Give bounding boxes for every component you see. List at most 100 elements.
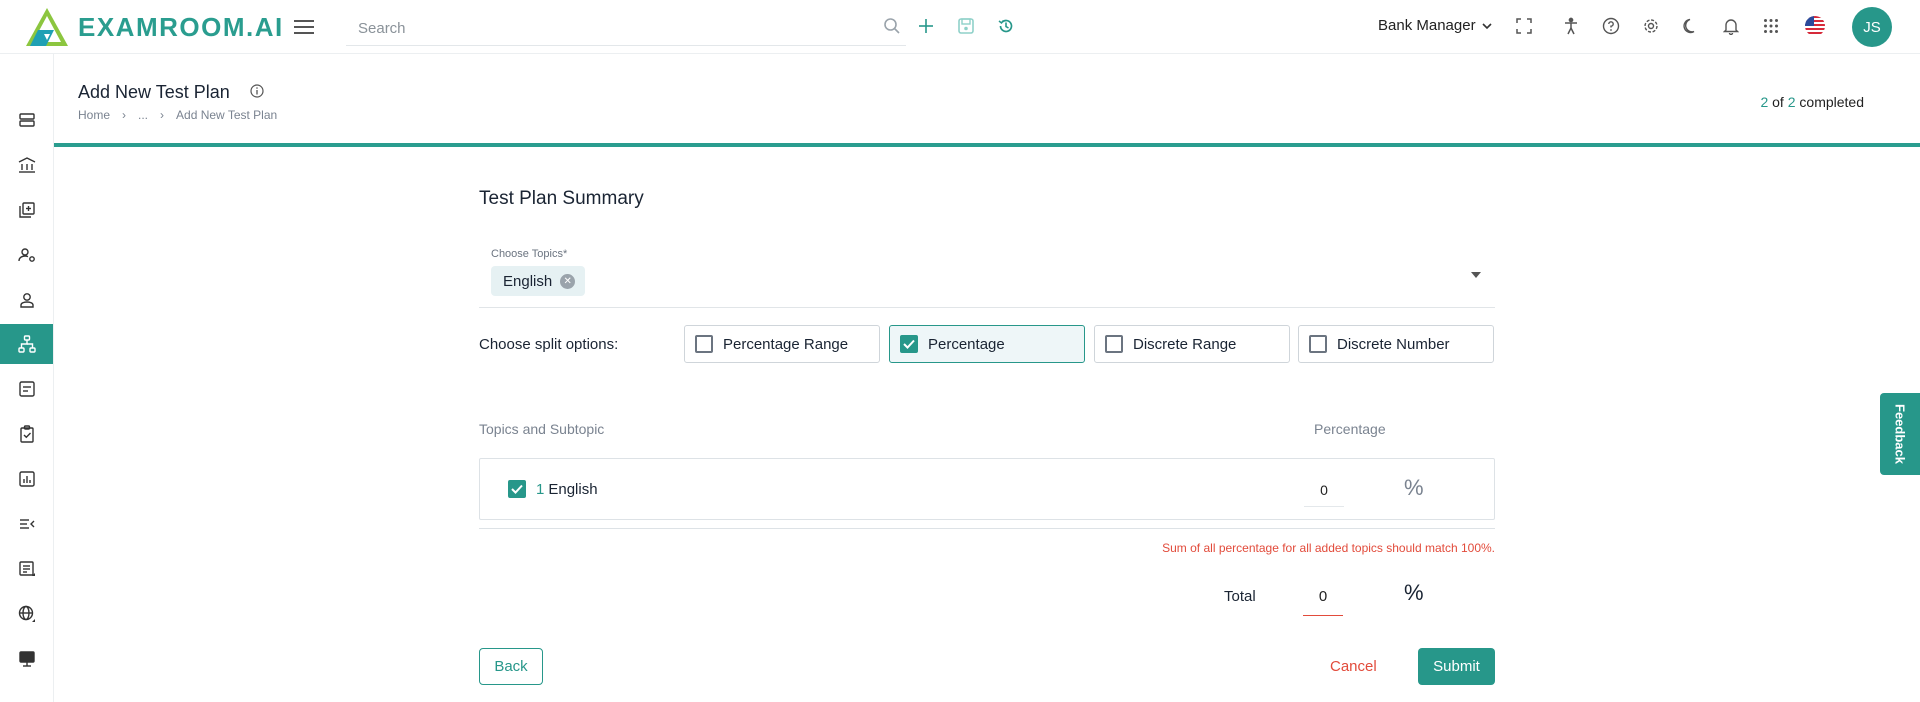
breadcrumb-separator-icon: › bbox=[160, 108, 165, 122]
globe-settings-icon bbox=[18, 605, 35, 622]
total-label: Total bbox=[1224, 588, 1256, 605]
split-options-label: Choose split options: bbox=[479, 336, 619, 353]
topic-chip: English ✕ bbox=[491, 266, 586, 296]
split-option-label: Discrete Range bbox=[1133, 335, 1237, 353]
checkbox[interactable] bbox=[1309, 335, 1327, 353]
progress-bar bbox=[54, 143, 1920, 147]
column-header-topics: Topics and Subtopic bbox=[479, 421, 605, 437]
user-icon bbox=[19, 293, 34, 308]
split-option-discrete-range[interactable]: Discrete Range bbox=[1094, 325, 1290, 363]
total-percent-sign: % bbox=[1404, 580, 1424, 605]
topic-label: English bbox=[548, 481, 598, 498]
examroom-logo-icon bbox=[26, 8, 68, 46]
sidebar-item-list[interactable] bbox=[0, 504, 53, 544]
sidebar-item-add-content[interactable] bbox=[0, 190, 53, 230]
sidebar bbox=[0, 54, 54, 702]
clipboard-check-icon bbox=[19, 425, 34, 443]
role-label: Bank Manager bbox=[1378, 17, 1476, 34]
role-selector[interactable]: Bank Manager bbox=[1378, 17, 1492, 34]
split-option-label: Discrete Number bbox=[1337, 335, 1450, 353]
settings-icon[interactable] bbox=[1639, 14, 1663, 38]
fullscreen-icon[interactable] bbox=[1512, 14, 1536, 38]
sidebar-item-catalog[interactable] bbox=[0, 549, 53, 589]
checkbox-checked[interactable] bbox=[900, 335, 918, 353]
add-icon[interactable] bbox=[914, 14, 938, 38]
step-progress: 2 of 2 completed bbox=[1760, 94, 1864, 110]
logo[interactable]: EXAMROOM.AI bbox=[24, 6, 284, 48]
support-icon bbox=[18, 651, 35, 667]
sidebar-item-reports[interactable] bbox=[0, 459, 53, 499]
check-icon bbox=[511, 484, 523, 494]
user-avatar[interactable]: JS bbox=[1852, 7, 1892, 47]
sidebar-item-forms[interactable] bbox=[0, 369, 53, 409]
table-row: 1English % bbox=[479, 458, 1495, 520]
sidebar-item-support[interactable] bbox=[0, 639, 53, 679]
sidebar-item-global[interactable] bbox=[0, 594, 53, 634]
library-add-icon bbox=[18, 202, 35, 218]
top-bar: EXAMROOM.AI Bank Manager bbox=[0, 0, 1920, 54]
sidebar-item-hierarchy[interactable] bbox=[0, 324, 53, 364]
save-icon[interactable] bbox=[954, 14, 978, 38]
chart-icon bbox=[18, 471, 35, 487]
progress-status: completed bbox=[1799, 94, 1864, 110]
search-input[interactable] bbox=[346, 12, 866, 44]
server-icon bbox=[18, 113, 35, 127]
validation-error: Sum of all percentage for all added topi… bbox=[1162, 541, 1495, 555]
user-settings-icon bbox=[17, 248, 35, 262]
search-icon[interactable] bbox=[880, 14, 904, 38]
topic-checkbox[interactable] bbox=[508, 480, 526, 498]
breadcrumb-separator-icon: › bbox=[122, 108, 127, 122]
dark-mode-icon[interactable] bbox=[1679, 14, 1703, 38]
divider bbox=[479, 528, 1495, 529]
history-icon[interactable] bbox=[994, 14, 1018, 38]
apps-grid-icon[interactable] bbox=[1759, 14, 1783, 38]
topic-chip-label: English bbox=[503, 272, 553, 290]
menu-toggle-icon[interactable] bbox=[294, 17, 314, 35]
list-collapse-icon bbox=[19, 519, 34, 529]
total-input[interactable] bbox=[1303, 578, 1343, 616]
cancel-button[interactable]: Cancel bbox=[1330, 648, 1377, 685]
percent-sign: % bbox=[1404, 475, 1424, 500]
split-option-discrete-number[interactable]: Discrete Number bbox=[1298, 325, 1494, 363]
checkbox[interactable] bbox=[695, 335, 713, 353]
notification-bell-icon[interactable] bbox=[1719, 14, 1743, 38]
sidebar-item-tasks[interactable] bbox=[0, 414, 53, 454]
progress-total: 2 bbox=[1787, 94, 1796, 110]
choose-topics-select[interactable]: Choose Topics* English ✕ bbox=[479, 240, 1495, 308]
dropdown-caret-icon[interactable] bbox=[1471, 272, 1481, 278]
us-flag-icon[interactable] bbox=[1803, 14, 1827, 38]
help-icon[interactable] bbox=[1599, 14, 1623, 38]
info-icon[interactable] bbox=[250, 84, 264, 98]
remove-chip-icon[interactable]: ✕ bbox=[560, 273, 576, 289]
split-option-percentage[interactable]: Percentage bbox=[889, 325, 1085, 363]
percentage-input[interactable] bbox=[1304, 473, 1344, 507]
back-button[interactable]: Back bbox=[479, 648, 543, 685]
sidebar-item-servers[interactable] bbox=[0, 100, 53, 140]
check-icon bbox=[903, 339, 915, 349]
accessibility-icon[interactable] bbox=[1559, 14, 1583, 38]
page-title: Add New Test Plan bbox=[78, 82, 230, 102]
column-header-percentage: Percentage bbox=[1314, 421, 1386, 437]
split-option-label: Percentage Range bbox=[723, 335, 849, 353]
split-option-percentage-range[interactable]: Percentage Range bbox=[684, 325, 880, 363]
breadcrumb: Home › ... › Add New Test Plan bbox=[78, 108, 277, 122]
split-option-label: Percentage bbox=[928, 335, 1005, 353]
sidebar-item-institution[interactable] bbox=[0, 145, 53, 185]
breadcrumb-home[interactable]: Home bbox=[78, 108, 110, 122]
search-bar bbox=[346, 12, 906, 46]
chevron-down-icon bbox=[1481, 22, 1492, 29]
logo-text: EXAMROOM.AI bbox=[78, 11, 284, 42]
sidebar-item-user-settings[interactable] bbox=[0, 235, 53, 275]
topic-index: 1 bbox=[536, 481, 545, 498]
page-header: Add New Test Plan Home › ... › Add New T… bbox=[54, 54, 1920, 146]
breadcrumb-current: Add New Test Plan bbox=[176, 108, 278, 122]
feedback-tab[interactable]: Feedback bbox=[1880, 393, 1920, 475]
breadcrumb-ellipsis[interactable]: ... bbox=[138, 108, 148, 122]
progress-of: of bbox=[1772, 94, 1784, 110]
sidebar-item-users[interactable] bbox=[0, 280, 53, 320]
hierarchy-icon bbox=[17, 335, 36, 353]
checkbox[interactable] bbox=[1105, 335, 1123, 353]
topic-name: 1 English bbox=[536, 481, 598, 498]
submit-button[interactable]: Submit bbox=[1418, 648, 1495, 685]
section-title: Test Plan Summary bbox=[479, 188, 644, 209]
